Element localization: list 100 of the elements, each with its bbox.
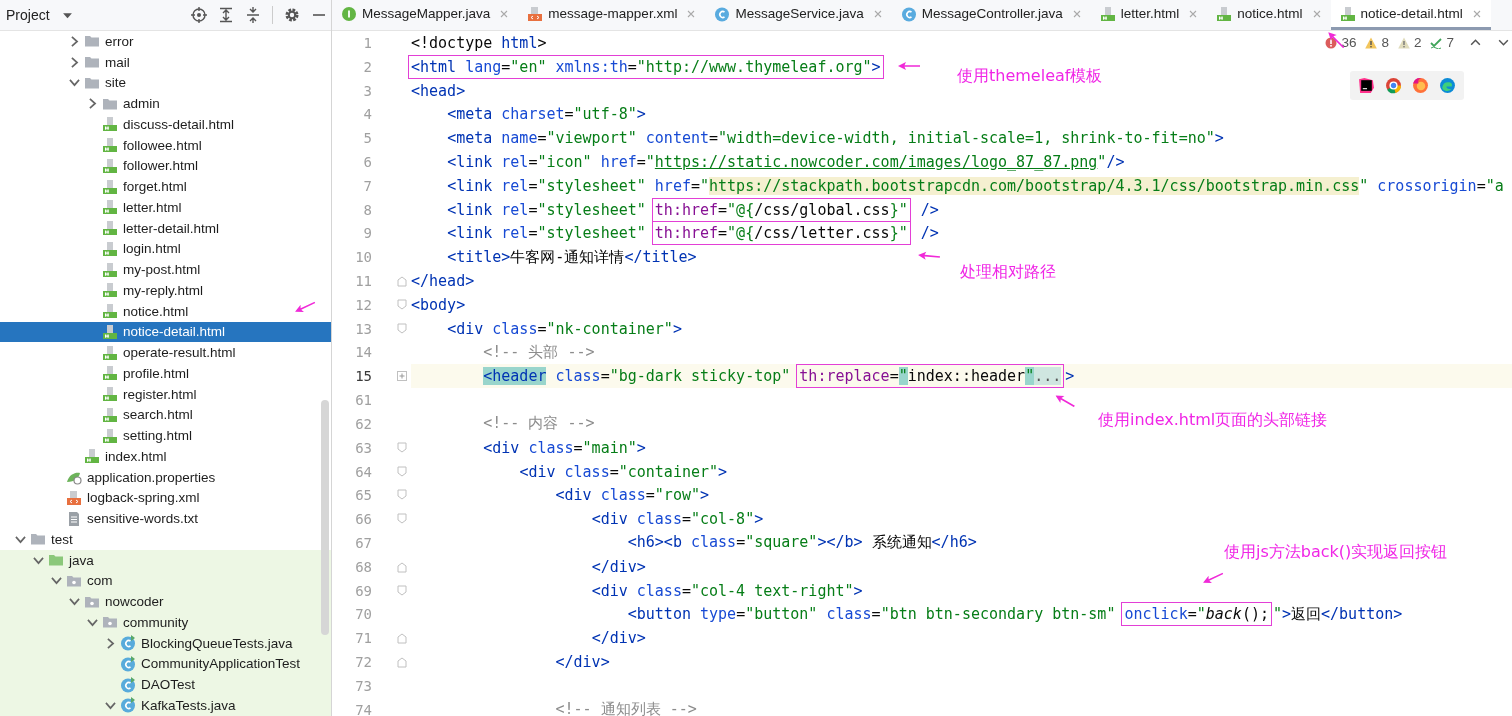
tree-item[interactable]: operate-result.html xyxy=(0,342,331,363)
tree-item[interactable]: my-reply.html xyxy=(0,280,331,301)
close-icon[interactable] xyxy=(1311,8,1322,19)
scrollbar[interactable] xyxy=(321,400,329,635)
close-icon[interactable] xyxy=(1471,8,1482,19)
warning-icon[interactable] xyxy=(1365,36,1378,49)
tree-item[interactable]: application.properties xyxy=(0,466,331,488)
crosshair-icon[interactable] xyxy=(191,7,207,23)
code-line: <h6><b class="square"></b> 系统通知</h6> xyxy=(626,533,977,553)
tree-item[interactable]: community xyxy=(0,612,331,633)
code-line: <link rel="icon" href="https://static.nowcoder.com/images/logo_87_87.png"/> xyxy=(446,152,1125,171)
chevron-icon[interactable] xyxy=(68,55,81,69)
app-icon[interactable] xyxy=(1358,77,1375,94)
tree-item[interactable]: java xyxy=(0,549,331,571)
tree-item[interactable]: forget.html xyxy=(0,176,331,197)
tree-item[interactable]: notice.html xyxy=(0,300,331,322)
tree-item[interactable]: letter.html xyxy=(0,197,331,218)
line-number: 66 xyxy=(354,511,372,528)
tree-item[interactable]: KafkaTests.java xyxy=(0,695,331,716)
tree-item[interactable]: logback-spring.xml xyxy=(0,487,331,509)
tree-item[interactable]: register.html xyxy=(0,383,331,405)
line-number: 65 xyxy=(354,487,372,504)
tree-item[interactable]: discuss-detail.html xyxy=(0,114,331,135)
close-icon[interactable] xyxy=(499,8,510,19)
tree-item[interactable]: letter-detail.html xyxy=(0,217,331,239)
tree-item[interactable]: sensitive-words.txt xyxy=(0,508,331,529)
close-icon[interactable] xyxy=(1188,8,1199,19)
tree-item[interactable]: site xyxy=(0,72,331,94)
tree-item[interactable]: nowcoder xyxy=(0,591,331,612)
xml-file-icon xyxy=(66,489,82,506)
code-line: <!-- 通知列表 --> xyxy=(554,700,697,716)
tree-item[interactable]: follower.html xyxy=(0,155,331,177)
tree-item[interactable]: DAOTest xyxy=(0,674,331,695)
line-number: 71 xyxy=(354,630,372,647)
line-number: 12 xyxy=(354,296,372,313)
class-icon xyxy=(120,697,136,714)
html-file-icon xyxy=(102,303,118,320)
folder-icon xyxy=(84,54,100,71)
code-line: </div> xyxy=(590,629,646,648)
tree-item[interactable]: BlockingQueueTests.java xyxy=(0,632,331,654)
browser-icon[interactable] xyxy=(1439,77,1456,94)
line-number: 64 xyxy=(354,463,372,480)
editor-tab[interactable]: notice-detail.html xyxy=(1330,0,1491,30)
class-icon xyxy=(120,635,136,652)
editor-tab[interactable]: MessageMapper.java xyxy=(332,0,519,30)
editor-tab[interactable]: message-mapper.xml xyxy=(518,0,706,30)
code-line: <div class="nk-container"> xyxy=(446,319,682,338)
expand-fold-icon[interactable] xyxy=(396,370,408,383)
expand-all-icon[interactable] xyxy=(218,7,234,23)
chevron-icon[interactable] xyxy=(86,97,99,111)
close-icon[interactable] xyxy=(686,8,697,19)
collapse-all-icon[interactable] xyxy=(245,7,261,23)
tree-item[interactable]: error xyxy=(0,31,331,52)
line-number: 13 xyxy=(354,320,372,337)
tree-item[interactable]: setting.html xyxy=(0,425,331,446)
settings-icon[interactable] xyxy=(284,7,300,23)
checkmark-icon[interactable] xyxy=(1430,36,1443,49)
html-file-icon xyxy=(102,178,118,195)
folder-icon xyxy=(30,531,46,548)
code-line: </div> xyxy=(554,653,610,672)
browser-icon[interactable] xyxy=(1412,77,1429,94)
html-file-icon xyxy=(1339,5,1356,22)
tree-item[interactable]: followee.html xyxy=(0,134,331,156)
html-file-icon xyxy=(102,386,118,403)
editor-tab[interactable]: letter.html xyxy=(1090,0,1208,30)
line-number: 68 xyxy=(354,558,372,575)
close-icon[interactable] xyxy=(1071,8,1082,19)
tree-item[interactable]: admin xyxy=(0,93,331,114)
browser-icon[interactable] xyxy=(1385,77,1402,94)
warning-icon[interactable] xyxy=(1397,36,1410,49)
editor-tab[interactable]: MessageService.java xyxy=(705,0,892,30)
class-icon xyxy=(120,676,136,693)
tree-item[interactable]: mail xyxy=(0,51,331,73)
line-number: 9 xyxy=(362,225,372,242)
close-icon[interactable] xyxy=(872,8,883,19)
tree-item[interactable]: CommunityApplicationTest xyxy=(0,653,331,675)
editor-tab[interactable]: notice.html xyxy=(1207,0,1331,30)
tree-item[interactable]: search.html xyxy=(0,404,331,426)
problem-count: 8 xyxy=(1381,35,1389,50)
code-line: <div class="col-8"> xyxy=(590,510,764,529)
code-line: <!-- 头部 --> xyxy=(482,342,595,362)
tree-item[interactable]: index.html xyxy=(0,446,331,467)
tree-item[interactable]: profile.html xyxy=(0,363,331,384)
chevron-icon[interactable] xyxy=(68,34,81,48)
line-number: 72 xyxy=(354,654,372,671)
interface-icon xyxy=(341,5,357,22)
chevron-icon[interactable] xyxy=(104,636,117,650)
html-file-icon xyxy=(102,137,118,154)
project-view-dropdown[interactable]: Project xyxy=(6,7,73,23)
html-file-icon xyxy=(84,448,100,465)
tree-item[interactable]: my-post.html xyxy=(0,259,331,280)
xml-file-icon xyxy=(527,5,544,22)
annotation-note: 使用index.html页面的头部链接 xyxy=(1098,410,1328,431)
code-line: </div> xyxy=(590,557,646,576)
editor-tab[interactable]: MessageController.java xyxy=(891,0,1091,30)
code-line: <link rel="stylesheet" th:href="@{/css/global.css}" /> xyxy=(446,200,939,219)
annotation-note: 使用themeleaf模板 xyxy=(957,66,1103,87)
tree-item[interactable]: test xyxy=(0,529,331,550)
tree-item[interactable]: notice-detail.html xyxy=(0,321,331,343)
tree-item[interactable]: login.html xyxy=(0,238,331,260)
